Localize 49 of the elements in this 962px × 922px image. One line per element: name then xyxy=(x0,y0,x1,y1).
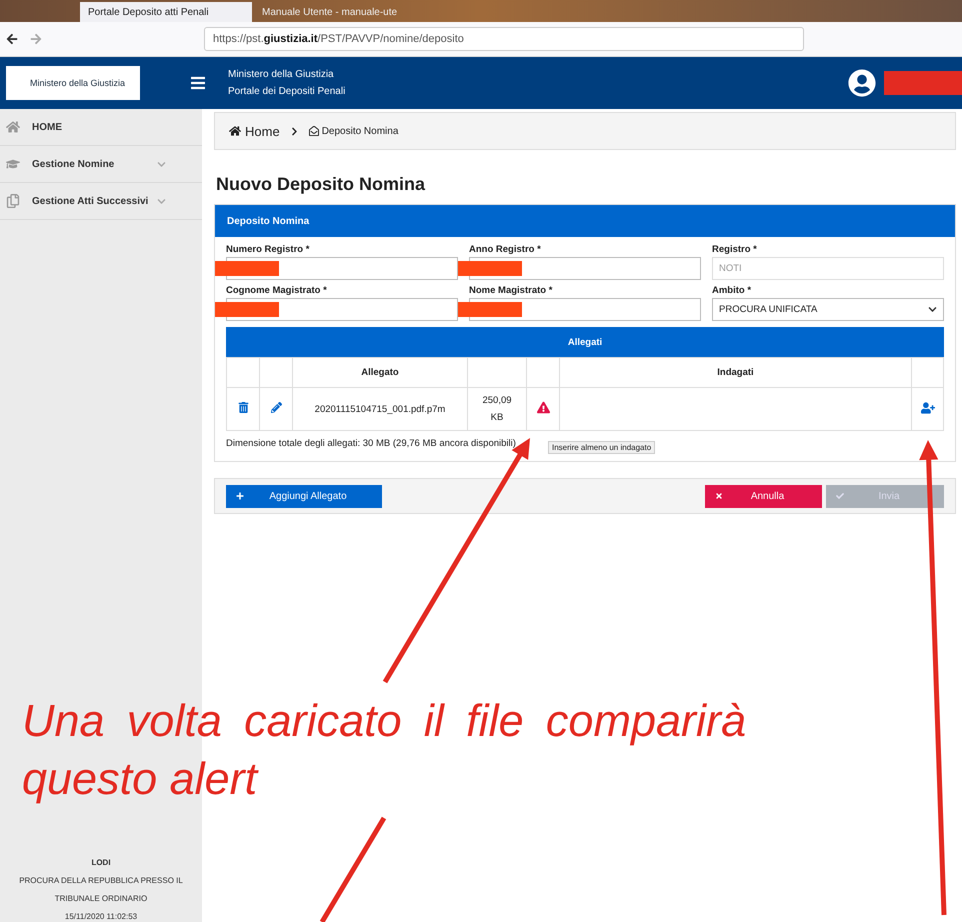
menu-icon[interactable] xyxy=(190,75,206,91)
total-size-text: Dimensione totale degli allegati: 30 MB (29,76 MB ancora disponibili) xyxy=(226,438,516,449)
field-label: Registro * xyxy=(712,244,758,255)
sidebar-item[interactable]: Gestione Atti Successivi xyxy=(0,183,202,220)
cancel-button[interactable]: Annulla xyxy=(705,484,822,508)
sidebar-item[interactable]: HOME xyxy=(0,109,202,146)
breadcrumb-current: Deposito Nomina xyxy=(322,126,398,136)
logo: Ministero della Giustizia xyxy=(6,66,140,100)
page-title: Nuovo Deposito Nomina xyxy=(216,174,426,195)
table-cell: 20201115104715_001.pdf.p7m xyxy=(292,388,468,430)
url-field[interactable]: https://pst.giustizia.it/PST/PAVVP/nomine/deposito xyxy=(204,27,804,51)
browser-tab[interactable]: Manuale Utente - manuale-ute xyxy=(254,2,426,22)
annotation-text: Una volta caricato il file comparirà questo alert xyxy=(22,694,746,806)
chevron-icon xyxy=(928,305,937,314)
panel-header: Deposito Nomina xyxy=(215,205,955,237)
login-datetime: 15/11/2020 11:02:53 xyxy=(64,911,138,922)
plus-icon xyxy=(236,492,244,500)
trash-icon[interactable] xyxy=(238,402,248,413)
select-field[interactable]: PROCURA UNIFICATA xyxy=(712,298,944,321)
chevron-icon xyxy=(290,126,299,136)
office-name: PROCURA DELLA REPUBBLICA PRESSO IL TRIBUNALE ORDINARIO xyxy=(18,875,184,905)
user-icon[interactable] xyxy=(848,69,876,97)
field-label: Ambito * xyxy=(712,285,752,296)
pencil-icon[interactable] xyxy=(270,402,282,413)
breadcrumb-link[interactable]: Home xyxy=(245,124,280,138)
browser-tab[interactable]: Portale Deposito atti Penali xyxy=(80,2,252,22)
field-label: Cognome Magistrato * xyxy=(226,285,328,296)
sidebar-label: HOME xyxy=(32,122,62,132)
sidebar-label: Gestione Nomine xyxy=(32,158,114,170)
field-label: Nome Magistrato * xyxy=(469,285,554,296)
field-label: Anno Registro * xyxy=(469,244,542,255)
table-cell: 250,09 KB xyxy=(468,388,526,430)
sidebar-label: Gestione Atti Successivi xyxy=(32,196,148,206)
sidebar-item[interactable]: Gestione Nomine xyxy=(0,146,202,183)
add-user-icon[interactable] xyxy=(920,400,934,414)
table-title: Allegati xyxy=(226,327,944,357)
close-icon xyxy=(715,492,723,500)
field-label: Numero Registro * xyxy=(226,244,310,255)
add-attachment-button[interactable]: Aggiungi Allegato xyxy=(226,484,382,508)
envelope-icon xyxy=(308,126,319,136)
column-header: Indagati xyxy=(560,358,912,388)
check-icon xyxy=(836,492,844,500)
header-title: Ministero della Giustizia xyxy=(228,68,335,82)
column-header: Allegato xyxy=(292,358,468,388)
header-subtitle: Portale dei Depositi Penali xyxy=(228,85,346,99)
back-icon[interactable] xyxy=(6,33,18,45)
office-city: LODI xyxy=(90,857,112,869)
home-icon xyxy=(229,125,241,137)
tooltip: Inserire almeno un indagato xyxy=(548,441,656,454)
